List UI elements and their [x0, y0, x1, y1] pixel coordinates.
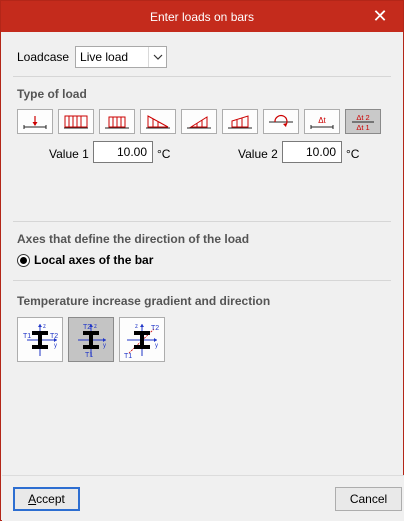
separator [13, 76, 391, 77]
temperature-gradient-button[interactable]: Δt 2 Δt 1 [345, 109, 381, 134]
trapezoidal-load-icon [228, 114, 252, 128]
temperature-title: Temperature increase gradient and direct… [17, 294, 271, 308]
t2-label: T2 [83, 324, 91, 331]
title-bar: Enter loads on bars ✕ [1, 1, 403, 32]
local-axes-label: Local axes of the bar [34, 253, 154, 267]
partial-uniform-load-icon [105, 116, 129, 128]
gradient-horizontal-button[interactable]: T1 T2 z y [17, 317, 63, 362]
y-axis-label: y [103, 343, 106, 349]
gradient-vertical-icon: T2 T1 z y [78, 323, 106, 359]
triangular-load-icon [146, 114, 170, 128]
delta-t1-label: Δt 1 [356, 123, 369, 132]
accept-button[interactable]: Accept [13, 487, 80, 511]
load-type-toolbar: Δt Δt 2 Δt 1 [17, 109, 386, 134]
gradient-diagonal-button[interactable]: T2 T1 z y [119, 317, 165, 362]
separator [13, 280, 391, 281]
value1-label: Value 1 [49, 147, 89, 161]
t1-label: T1 [124, 353, 132, 360]
point-load-button[interactable] [17, 109, 53, 134]
loadcase-label: Loadcase [17, 50, 70, 64]
dialog-title: Enter loads on bars [149, 10, 255, 24]
loadcase-value: Live load [80, 50, 129, 64]
separator [13, 221, 391, 222]
gradient-horizontal-icon: T1 T2 z y [23, 323, 58, 356]
z-axis-label: z [135, 324, 138, 330]
value2-label: Value 2 [238, 147, 278, 161]
accept-label: ccept [36, 492, 65, 506]
point-load-icon [23, 115, 47, 129]
uniform-load-button[interactable] [58, 109, 94, 134]
delta-t-label: Δt [318, 116, 326, 125]
temperature-increment-button[interactable]: Δt [304, 109, 340, 134]
partial-triangular-load-button[interactable] [181, 109, 217, 134]
z-axis-label: z [94, 324, 97, 330]
partial-uniform-load-button[interactable] [99, 109, 135, 134]
delta-t2-label: Δt 2 [356, 113, 369, 122]
value2-input[interactable]: 10.00 [282, 141, 342, 163]
y-axis-label: y [54, 343, 57, 349]
close-icon: ✕ [372, 6, 388, 26]
axes-title: Axes that define the direction of the lo… [17, 232, 250, 246]
local-axes-radio[interactable] [17, 253, 30, 267]
type-of-load-title: Type of load [17, 87, 87, 101]
temperature-increment-icon: Δt [310, 116, 334, 129]
uniform-load-icon [64, 115, 88, 128]
accept-mnemonic: A [28, 492, 37, 506]
t2-label: T2 [151, 325, 159, 332]
temperature-gradient-icon: Δt 2 Δt 1 [352, 113, 374, 132]
moment-load-icon [269, 114, 293, 127]
value2-unit: °C [346, 147, 360, 161]
value1-unit: °C [157, 147, 171, 161]
value1-input[interactable]: 10.00 [93, 141, 153, 163]
partial-triangular-load-icon [187, 115, 211, 128]
y-axis-label: y [155, 343, 158, 349]
dialog-content: Loadcase Live load Type of load Δt Δt 2 … [5, 32, 399, 474]
temperature-direction-toolbar: T1 T2 z y T2 T1 z y T2 T1 z y [17, 317, 170, 362]
local-axes-option[interactable]: Local axes of the bar [17, 253, 153, 267]
loadcase-select[interactable]: Live load [75, 46, 168, 68]
gradient-diagonal-icon: T2 T1 z y [124, 323, 159, 360]
gradient-vertical-button[interactable]: T2 T1 z y [68, 317, 114, 362]
moment-load-button[interactable] [263, 109, 299, 134]
cancel-button[interactable]: Cancel [335, 487, 402, 511]
chevron-down-icon [148, 47, 166, 67]
z-axis-label: z [43, 324, 46, 330]
t1-label: T1 [23, 333, 31, 340]
dialog-window: Enter loads on bars ✕ Loadcase Live load… [0, 0, 404, 521]
cancel-label: Cancel [349, 492, 388, 506]
loadcase-row: Loadcase Live load [17, 45, 168, 69]
t1-label: T1 [85, 352, 93, 359]
close-button[interactable]: ✕ [357, 1, 403, 32]
t2-label: T2 [50, 333, 58, 340]
trapezoidal-load-button[interactable] [222, 109, 258, 134]
dialog-footer: Accept Cancel [2, 475, 404, 521]
values-row: Value 1 10.00 °C Value 2 10.00 °C [5, 141, 399, 165]
triangular-load-button[interactable] [140, 109, 176, 134]
